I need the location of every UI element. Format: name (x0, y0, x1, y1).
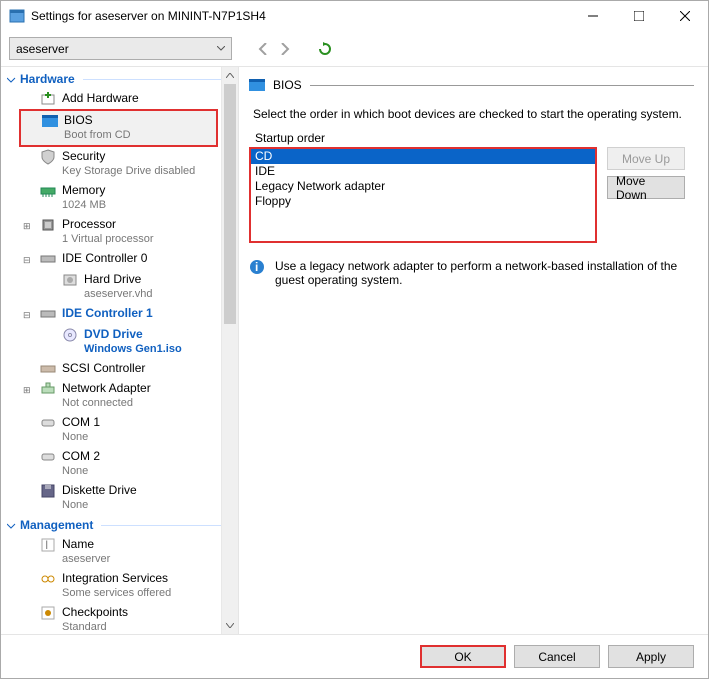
scroll-up-icon[interactable] (222, 67, 238, 84)
close-button[interactable] (662, 1, 708, 31)
ok-button[interactable]: OK (420, 645, 506, 668)
body: Hardware Add Hardware BIOSBoot from CD (1, 67, 708, 634)
tree-item-memory[interactable]: Memory1024 MB (1, 181, 238, 215)
window-title: Settings for aseserver on MININT-N7P1SH4 (31, 9, 570, 23)
tree-item-ide0[interactable]: ⊟ IDE Controller 0 (1, 249, 238, 270)
tree-item-diskette[interactable]: Diskette DriveNone (1, 481, 238, 515)
vm-selector-label: aseserver (16, 42, 69, 56)
controller-icon (40, 251, 56, 267)
tree-item-dvd[interactable]: DVD DriveWindows Gen1.iso (1, 325, 238, 359)
tree-item-integration[interactable]: Integration ServicesSome services offere… (1, 569, 238, 603)
detail-panel: BIOS Select the order in which boot devi… (239, 67, 708, 634)
tree-item-ide1[interactable]: ⊟ IDE Controller 1 (1, 304, 238, 325)
collapse-icon[interactable]: ⊟ (23, 308, 34, 323)
bios-icon (249, 77, 265, 93)
collapse-icon[interactable]: ⊟ (23, 253, 34, 268)
tree-item-harddrive[interactable]: Hard Driveaseserver.vhd (1, 270, 238, 304)
com-port-icon (40, 415, 56, 431)
panel-description: Select the order in which boot devices a… (253, 107, 690, 121)
memory-icon (40, 183, 56, 199)
list-item-legacy[interactable]: Legacy Network adapter (251, 179, 595, 194)
tree-item-com2[interactable]: COM 2None (1, 447, 238, 481)
tree-item-add-hardware[interactable]: Add Hardware (1, 89, 238, 109)
panel-title-row: BIOS (249, 77, 694, 93)
section-hardware-label: Hardware (20, 72, 75, 86)
tree-item-checkpoints[interactable]: CheckpointsStandard (1, 603, 238, 634)
diskette-icon (40, 483, 56, 499)
tree-item-security[interactable]: SecurityKey Storage Drive disabled (1, 147, 238, 181)
tree-item-netadapter[interactable]: ⊞ Network AdapterNot connected (1, 379, 238, 413)
harddrive-icon (62, 272, 78, 288)
startup-order-label: Startup order (255, 131, 694, 145)
refresh-button[interactable] (316, 40, 334, 58)
settings-window: Settings for aseserver on MININT-N7P1SH4… (0, 0, 709, 679)
dvd-icon (62, 327, 78, 343)
apply-button[interactable]: Apply (608, 645, 694, 668)
collapse-icon[interactable] (7, 75, 16, 84)
footer: OK Cancel Apply (1, 634, 708, 678)
tree-item-com1[interactable]: COM 1None (1, 413, 238, 447)
svg-text:I: I (45, 538, 48, 552)
bios-icon (42, 113, 58, 129)
info-row: i Use a legacy network adapter to perfor… (249, 259, 694, 287)
section-management-label: Management (20, 518, 93, 532)
scroll-thumb[interactable] (224, 84, 236, 324)
scsi-icon (40, 361, 56, 377)
scroll-down-icon[interactable] (222, 617, 238, 634)
list-item-cd[interactable]: CD (251, 149, 595, 164)
info-text: Use a legacy network adapter to perform … (275, 259, 694, 287)
info-icon: i (249, 259, 265, 275)
toolbar: aseserver (1, 31, 708, 67)
tree-scrollbar[interactable] (221, 67, 238, 634)
section-hardware: Hardware (1, 69, 238, 89)
list-item-floppy[interactable]: Floppy (251, 194, 595, 209)
controller-icon (40, 306, 56, 322)
name-icon: I (40, 537, 56, 553)
tree-item-name[interactable]: I Nameaseserver (1, 535, 238, 569)
svg-text:i: i (255, 260, 258, 274)
tree-item-bios[interactable]: BIOSBoot from CD (21, 111, 216, 145)
network-icon (40, 381, 56, 397)
minimize-button[interactable] (570, 1, 616, 31)
startup-order-list[interactable]: CD IDE Legacy Network adapter Floppy (249, 147, 597, 243)
titlebar: Settings for aseserver on MININT-N7P1SH4 (1, 1, 708, 31)
vm-selector[interactable]: aseserver (9, 37, 232, 60)
shield-icon (40, 149, 56, 165)
move-down-button[interactable]: Move Down (607, 176, 685, 199)
chevron-down-icon (217, 46, 225, 51)
section-management: Management (1, 515, 238, 535)
expand-icon[interactable]: ⊞ (23, 383, 34, 398)
tree-item-processor[interactable]: ⊞ Processor1 Virtual processor (1, 215, 238, 249)
checkpoints-icon (40, 605, 56, 621)
expand-icon[interactable]: ⊞ (23, 219, 34, 234)
move-up-button[interactable]: Move Up (607, 147, 685, 170)
cancel-button[interactable]: Cancel (514, 645, 600, 668)
panel-title: BIOS (273, 78, 302, 92)
com-port-icon (40, 449, 56, 465)
nav-tree-panel: Hardware Add Hardware BIOSBoot from CD (1, 67, 239, 634)
processor-icon (40, 217, 56, 233)
list-item-ide[interactable]: IDE (251, 164, 595, 179)
nav-tree[interactable]: Hardware Add Hardware BIOSBoot from CD (1, 67, 238, 634)
window-controls (570, 1, 708, 31)
settings-icon (9, 8, 25, 24)
collapse-icon[interactable] (7, 521, 16, 530)
tree-item-scsi[interactable]: SCSI Controller (1, 359, 238, 379)
nav-back-button[interactable] (254, 40, 272, 58)
maximize-button[interactable] (616, 1, 662, 31)
integration-icon (40, 571, 56, 587)
nav-forward-button[interactable] (276, 40, 294, 58)
add-hardware-icon (40, 91, 56, 107)
